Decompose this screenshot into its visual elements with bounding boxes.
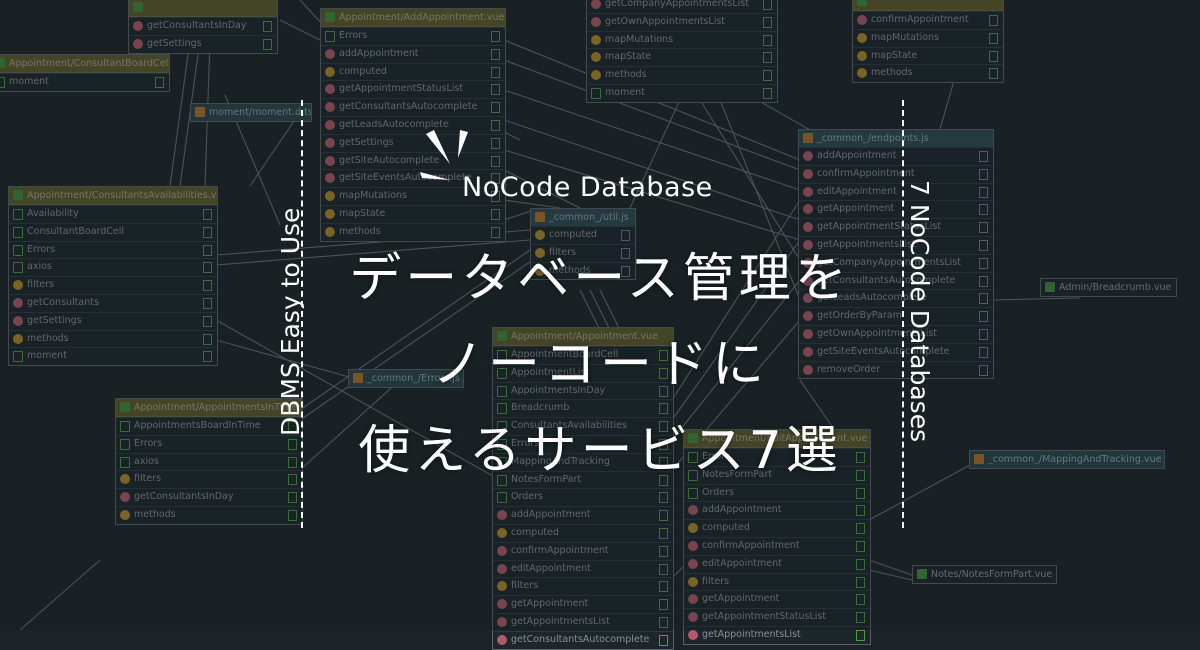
banner-subtitle: NoCode Database	[462, 172, 713, 203]
banner-title-line-1: データベース管理を	[349, 249, 851, 309]
banner-title-line-2: ノーコードに	[431, 335, 768, 395]
banner-title-line-3: 使えるサービス7選	[358, 421, 842, 481]
dark-overlay	[0, 0, 1200, 630]
side-caption-right: 7 NoCode Databases	[905, 180, 934, 443]
member-label: getAppointmentsList	[702, 628, 801, 640]
dependency-diagram-background: getConsultantsInDay getSettings Appointme…	[0, 0, 1200, 650]
member-label: getConsultantsAutocomplete	[511, 633, 650, 645]
import-link-icon	[856, 629, 865, 641]
function-icon	[497, 634, 507, 645]
node-member-row: getConsultantsAutocomplete	[493, 630, 673, 649]
import-link-icon	[659, 634, 668, 646]
function-icon	[688, 629, 698, 640]
